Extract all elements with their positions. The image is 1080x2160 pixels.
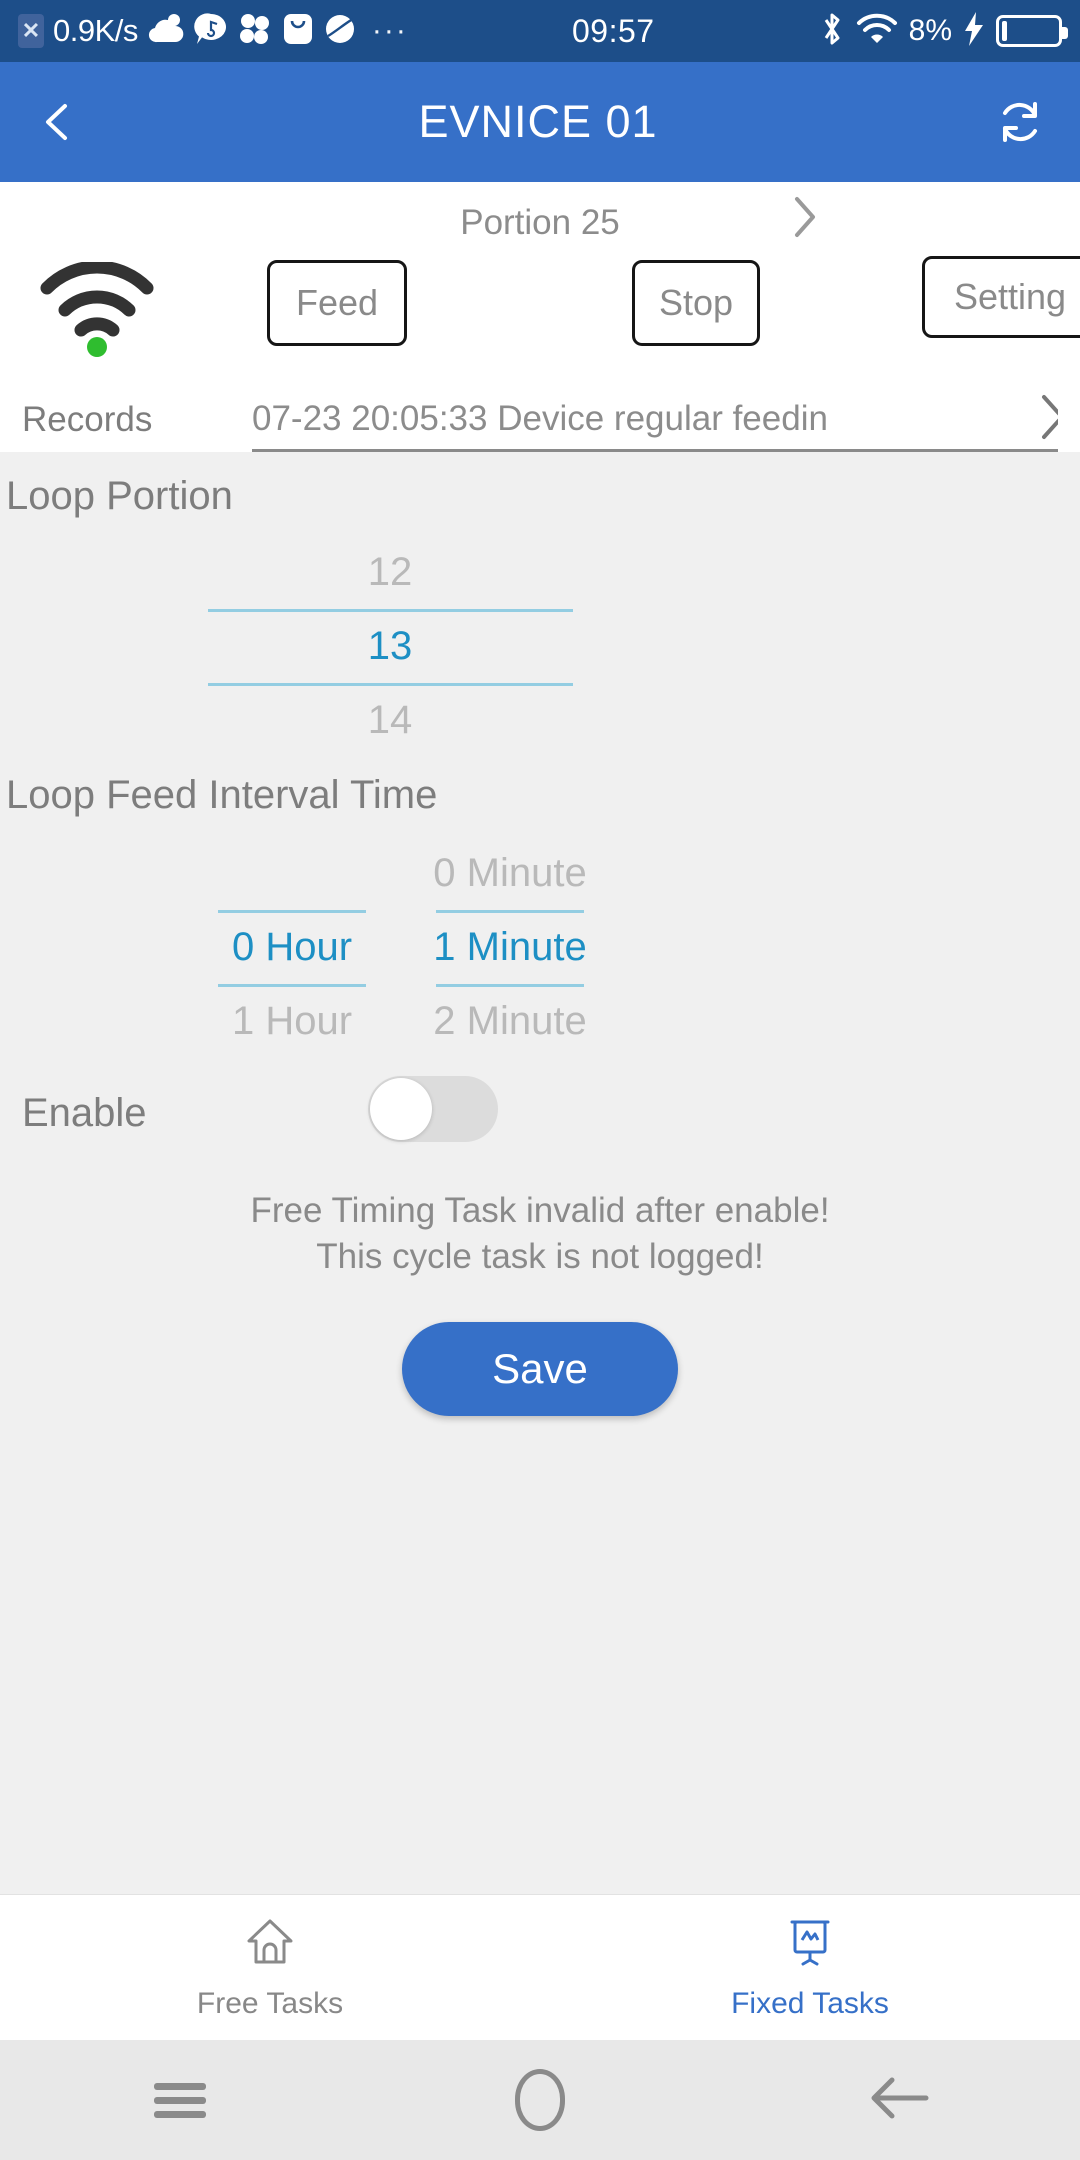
wifi-icon (856, 12, 898, 51)
nav-back-button[interactable] (720, 2070, 1080, 2131)
loop-portion-section: Loop Portion 12 13 14 (0, 452, 1080, 763)
refresh-icon[interactable] (994, 96, 1046, 148)
records-value-text: 07-23 20:05:33 Device regular feedin (252, 399, 828, 438)
picker-item-above[interactable]: 12 (368, 535, 413, 609)
save-button[interactable]: Save (402, 1322, 678, 1417)
cloud-icon (147, 12, 185, 51)
hour-divider-top (218, 910, 366, 913)
status-bar-left: ✕ 0.9K/s ··· (18, 12, 408, 51)
setting-button[interactable]: Setting (922, 256, 1080, 338)
bluetooth-icon (819, 10, 845, 53)
back-chevron-icon[interactable] (34, 98, 82, 146)
charging-bolt-icon (963, 11, 985, 52)
tab-fixed-tasks[interactable]: Fixed Tasks (540, 1895, 1080, 2040)
menu-icon (154, 2076, 206, 2125)
status-overflow-dots: ··· (371, 14, 408, 47)
portion-row[interactable]: Portion 25 (22, 182, 1058, 248)
nav-home-button[interactable] (360, 2069, 720, 2131)
clock-text: 09:57 (571, 12, 655, 49)
battery-icon (996, 15, 1068, 47)
status-bar: ✕ 0.9K/s ··· 09:57 8% (0, 0, 1080, 62)
status-bar-center: 09:57 (408, 13, 819, 50)
chevron-right-icon[interactable] (792, 196, 818, 238)
save-block: Save (0, 1322, 1080, 1417)
page-title: EVNICE 01 (418, 96, 658, 147)
picker-item-selected[interactable]: 13 (368, 609, 413, 683)
back-arrow-icon (868, 2070, 932, 2131)
chevron-right-icon[interactable] (1038, 393, 1058, 441)
bottom-tab-bar: Free Tasks Fixed Tasks (0, 1894, 1080, 2040)
enable-toggle[interactable] (368, 1076, 498, 1142)
feed-button[interactable]: Feed (267, 260, 407, 346)
portion-label: Portion 25 (460, 203, 620, 242)
warning-line-1: Free Timing Task invalid after enable! (250, 1191, 830, 1230)
warning-block: Free Timing Task invalid after enable! T… (0, 1188, 1080, 1280)
loop-portion-column[interactable]: 12 13 14 (290, 535, 490, 757)
loop-interval-picker[interactable]: 0 Hour 1 Hour 0 Minute 1 Minute 2 Minute (0, 836, 1080, 1068)
device-controls-row: Feed Stop Setting (22, 248, 1080, 368)
home-icon (242, 1914, 298, 1975)
hour-divider-bottom (218, 984, 366, 987)
wifi-connected-icon (22, 258, 172, 358)
tab-free-tasks-label: Free Tasks (196, 1987, 344, 2020)
nav-menu-button[interactable] (0, 2076, 360, 2125)
picker-divider-top (208, 609, 573, 612)
app-header: EVNICE 01 (0, 62, 1080, 182)
enable-label: Enable (22, 1090, 147, 1135)
hour-column[interactable]: 0 Hour 1 Hour (196, 836, 388, 1058)
minute-column[interactable]: 0 Minute 1 Minute 2 Minute (410, 836, 610, 1058)
minute-divider-top (436, 910, 584, 913)
picker-item-below[interactable]: 14 (368, 683, 413, 757)
enable-row: Enable (0, 1068, 1080, 1158)
loop-interval-title: Loop Feed Interval Time (6, 773, 438, 817)
records-value-field[interactable]: 07-23 20:05:33 Device regular feedin (252, 390, 1058, 452)
hour-item-below[interactable]: 1 Hour (232, 984, 352, 1058)
main-content: Loop Portion 12 13 14 Loop Feed Interval… (0, 452, 1080, 1894)
stop-button[interactable]: Stop (632, 260, 760, 346)
phone-screen: ✕ 0.9K/s ··· 09:57 8% EVNICE 01 Portion … (0, 0, 1080, 2160)
minute-divider-bottom (436, 984, 584, 987)
loop-portion-title: Loop Portion (6, 474, 233, 518)
minute-item-above[interactable]: 0 Minute (433, 836, 586, 910)
android-nav-bar (0, 2040, 1080, 2160)
picker-divider-bottom (208, 683, 573, 686)
warning-line-2: This cycle task is not logged! (316, 1237, 764, 1277)
share-flower-icon (237, 12, 273, 51)
status-bar-right: 8% (819, 10, 1068, 53)
sim-x-badge-icon: ✕ (18, 14, 44, 48)
toggle-knob[interactable] (370, 1078, 432, 1140)
loop-portion-picker[interactable]: 12 13 14 (0, 535, 1080, 763)
loop-interval-section: Loop Feed Interval Time 0 Hour 1 Hour 0 … (0, 773, 1080, 1068)
device-control-panel: Portion 25 Feed Stop Setting Records 07- (0, 182, 1080, 452)
home-oval-icon (515, 2069, 565, 2131)
records-label: Records (22, 400, 153, 439)
tab-free-tasks[interactable]: Free Tasks (0, 1895, 540, 2040)
planet-icon (323, 12, 357, 51)
chart-board-icon (782, 1914, 838, 1975)
battery-percent-text: 8% (908, 14, 952, 47)
records-row[interactable]: Records 07-23 20:05:33 Device regular fe… (22, 368, 1058, 452)
hour-item-selected[interactable]: 0 Hour (232, 910, 352, 984)
network-speed-text: 0.9K/s (53, 13, 138, 48)
tab-fixed-tasks-label: Fixed Tasks (731, 1987, 889, 2020)
minute-item-below[interactable]: 2 Minute (433, 984, 586, 1058)
music-message-icon (194, 12, 228, 51)
bag-icon (282, 12, 314, 51)
minute-item-selected[interactable]: 1 Minute (433, 910, 586, 984)
